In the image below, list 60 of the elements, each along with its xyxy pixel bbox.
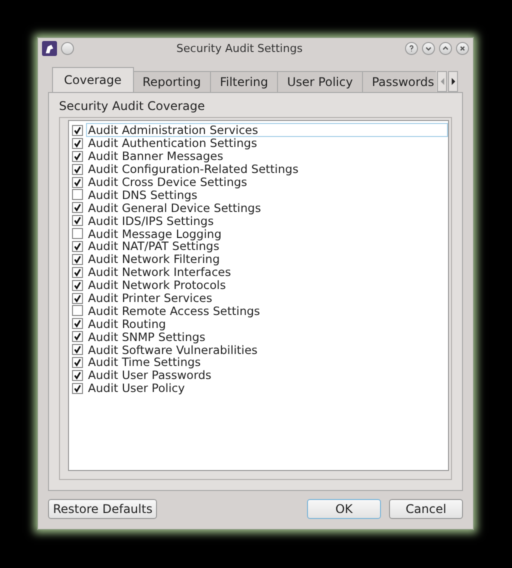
list-item[interactable]: Audit Administration Services	[86, 123, 448, 138]
checkbox[interactable]	[72, 266, 83, 278]
right-triangle-icon	[450, 77, 456, 86]
checkbox[interactable]	[72, 150, 83, 162]
list-item[interactable]: Audit Remote Access Settings	[86, 304, 262, 318]
close-button[interactable]	[456, 42, 469, 54]
list-item[interactable]: Audit User Passwords	[86, 368, 214, 382]
dialog-button[interactable]: Restore Defaults	[48, 499, 158, 519]
list-item[interactable]: Audit Cross Device Settings	[86, 175, 250, 190]
checkbox[interactable]	[72, 240, 83, 252]
app-icon	[42, 40, 57, 56]
checkbox[interactable]	[72, 176, 83, 188]
left-triangle-icon	[438, 77, 446, 86]
checkbox[interactable]	[72, 202, 83, 214]
list-item[interactable]: Audit NAT/PAT Settings	[86, 239, 222, 254]
list-item[interactable]: Audit Network Interfaces	[86, 265, 233, 280]
dialog-button[interactable]: Cancel	[389, 499, 463, 519]
tab[interactable]: Coverage	[52, 67, 134, 92]
checkbox[interactable]	[72, 124, 83, 136]
help-button[interactable]	[405, 42, 418, 54]
window-title: Security Audit Settings	[175, 42, 304, 54]
tab[interactable]: Passwords	[362, 71, 436, 92]
list-item[interactable]: Audit Time Settings	[86, 355, 203, 370]
maximize-button[interactable]	[439, 42, 452, 54]
list-item[interactable]: Audit Banner Messages	[86, 149, 226, 164]
checkbox[interactable]	[72, 254, 83, 265]
checkbox[interactable]	[72, 356, 83, 368]
checkbox[interactable]	[72, 370, 83, 381]
list-item[interactable]: Audit Network Protocols	[86, 278, 228, 292]
list-item[interactable]: Audit User Policy	[86, 381, 187, 396]
checkbox[interactable]	[72, 305, 83, 316]
checkbox[interactable]	[72, 331, 83, 342]
tab[interactable]: Reporting	[132, 71, 211, 92]
list-item[interactable]: Audit IDS/IPS Settings	[86, 214, 216, 228]
checkbox[interactable]	[72, 164, 83, 175]
checkbox[interactable]	[72, 292, 83, 304]
list-item[interactable]: Audit Message Logging	[86, 226, 224, 241]
checkbox[interactable]	[72, 138, 83, 149]
list-item[interactable]: Audit Software Vulnerabilities	[86, 342, 260, 357]
list-item[interactable]: Audit Routing	[86, 316, 168, 331]
checkbox[interactable]	[72, 228, 83, 240]
minimize-button[interactable]	[422, 42, 435, 54]
ok-button[interactable]: OK	[307, 499, 381, 519]
checkbox[interactable]	[72, 189, 83, 200]
tab[interactable]: Filtering	[210, 71, 278, 92]
checkbox[interactable]	[72, 382, 83, 394]
list-item[interactable]: Audit DNS Settings	[86, 188, 200, 202]
list-item[interactable]: Audit Network Filtering	[86, 252, 222, 266]
list-item[interactable]: Audit SNMP Settings	[86, 330, 208, 344]
list-item[interactable]: Audit Authentication Settings	[86, 136, 260, 150]
list-item[interactable]: Audit Configuration-Related Settings	[86, 162, 300, 176]
checkbox[interactable]	[72, 318, 83, 330]
list-item[interactable]: Audit General Device Settings	[86, 200, 263, 215]
checkbox[interactable]	[72, 344, 83, 356]
tab[interactable]: User Policy	[277, 71, 363, 92]
scroll-right-button[interactable]	[448, 71, 458, 92]
list-item[interactable]: Audit Printer Services	[86, 291, 214, 306]
group-title: Security Audit Coverage	[59, 99, 206, 114]
checkbox[interactable]	[72, 280, 83, 291]
checkbox[interactable]	[72, 215, 83, 226]
